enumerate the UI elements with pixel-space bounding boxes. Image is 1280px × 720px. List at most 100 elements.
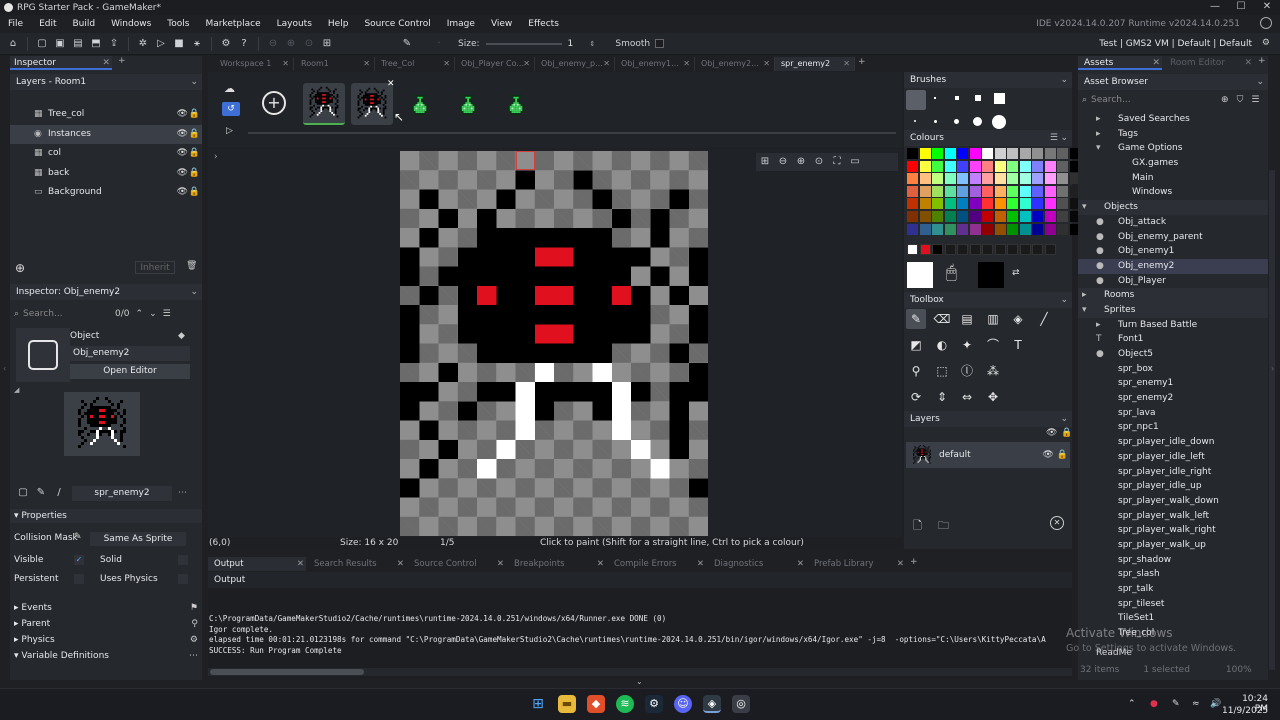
gamemaker-taskbar-icon[interactable]: ◈: [703, 695, 721, 713]
custom-swatch[interactable]: [932, 244, 943, 255]
lasso-tool-icon[interactable]: ⓛ: [957, 361, 977, 381]
palette-swatch[interactable]: [907, 160, 918, 172]
debug-icon[interactable]: ✲: [135, 36, 151, 52]
asset-item-obj-enemy-parent[interactable]: ● Obj_enemy_parent: [1078, 230, 1268, 245]
smooth-checkbox[interactable]: [655, 39, 665, 48]
palette-swatch[interactable]: [982, 198, 993, 210]
persistent-checkbox[interactable]: [74, 574, 84, 584]
assets-tab[interactable]: Assets ✕: [1078, 56, 1162, 70]
palette-swatch[interactable]: [907, 198, 918, 210]
rectangle-tool-icon[interactable]: ◩: [906, 335, 926, 355]
asset-item-spr-player-walk-left[interactable]: spr_player_walk_left: [1078, 509, 1268, 524]
asset-item-sprites[interactable]: ▾ Sprites: [1078, 302, 1268, 318]
delete-layer-icon[interactable]: ✕: [1050, 516, 1064, 530]
palette-swatch[interactable]: [1057, 185, 1068, 197]
maximize-button[interactable]: ☐: [1228, 0, 1254, 15]
physics-section[interactable]: ▸ Physics ⚙: [10, 632, 202, 648]
lock-icon[interactable]: 🔒: [1057, 450, 1068, 460]
custom-swatch[interactable]: [1019, 244, 1031, 255]
file-explorer-icon[interactable]: ▬: [558, 695, 576, 713]
menu-icon[interactable]: ☰: [163, 309, 171, 319]
play-icon[interactable]: ▷: [226, 126, 233, 136]
add-tab-icon[interactable]: +: [858, 57, 866, 67]
target-config[interactable]: Test | GMS2 VM | Default | Default: [1099, 33, 1252, 55]
home-icon[interactable]: ⌂: [5, 36, 21, 52]
palette-swatch[interactable]: [1019, 173, 1031, 185]
close-icon[interactable]: ✕: [523, 57, 530, 71]
asset-item-spr-lava[interactable]: spr_lava: [1078, 406, 1268, 421]
stop-icon[interactable]: ■: [171, 36, 187, 52]
custom-swatch[interactable]: [969, 244, 981, 255]
asset-item-object5[interactable]: ● Object5: [1078, 347, 1268, 362]
palette-swatch[interactable]: [932, 185, 943, 197]
solid-checkbox[interactable]: [178, 555, 188, 565]
palette-swatch[interactable]: [982, 173, 993, 185]
layer-row-back[interactable]: ▦ back 👁 🔒: [10, 164, 202, 184]
close-icon[interactable]: ✕: [282, 57, 289, 71]
palette-swatch[interactable]: [1007, 185, 1018, 197]
sprite-layer-default[interactable]: default 👁 🔒: [906, 442, 1070, 468]
palette-swatch[interactable]: [1032, 173, 1043, 185]
layer-row-col[interactable]: ▦ col 👁 🔒: [10, 144, 202, 164]
palette-swatch[interactable]: [1019, 198, 1031, 210]
asset-item-spr-player-walk-up[interactable]: spr_player_walk_up: [1078, 538, 1268, 553]
asset-item-tags[interactable]: ▸ Tags: [1078, 127, 1268, 142]
eyedropper-tool-icon[interactable]: ⚲: [906, 361, 926, 381]
menu-edit[interactable]: Edit: [31, 15, 64, 33]
target-settings-icon[interactable]: ⚙: [1262, 38, 1270, 48]
menu-tools[interactable]: Tools: [159, 15, 197, 33]
pencil-tool-icon[interactable]: ✎: [906, 309, 926, 329]
menu-view[interactable]: View: [483, 15, 520, 33]
asset-item-spr-enemy2[interactable]: spr_enemy2: [1078, 391, 1268, 406]
palette-swatch[interactable]: [982, 185, 993, 197]
open-editor-button[interactable]: Open Editor: [70, 364, 190, 379]
settings-icon[interactable]: ⚙: [218, 36, 234, 52]
custom-swatch[interactable]: [1044, 244, 1056, 255]
zoom-fit-icon[interactable]: ⊙: [811, 154, 827, 170]
palette-swatch[interactable]: [969, 223, 981, 235]
palette-swatch[interactable]: [957, 185, 968, 197]
run-icon[interactable]: ▷: [153, 36, 169, 52]
collapse-arrow-icon[interactable]: ◢: [14, 386, 19, 394]
discord-icon[interactable]: ☺: [674, 695, 692, 713]
palette-swatch[interactable]: [994, 211, 1006, 222]
custom-swatch[interactable]: [994, 244, 1006, 255]
palette-swatch[interactable]: [994, 185, 1006, 197]
palette-swatch[interactable]: [944, 148, 956, 159]
new-project-icon[interactable]: ▢: [34, 36, 50, 52]
output-tab-6[interactable]: Prefab Library ✕: [808, 557, 906, 571]
palette-swatch[interactable]: [944, 211, 956, 222]
menu-help[interactable]: Help: [320, 15, 357, 33]
close-icon[interactable]: ✕: [797, 557, 804, 571]
uses-physics-checkbox[interactable]: [178, 574, 188, 584]
close-icon[interactable]: ✕: [843, 57, 850, 71]
output-hscroll[interactable]: [208, 668, 1072, 676]
onion-skin-icon[interactable]: ☁: [224, 82, 235, 95]
asset-item-spr-npc1[interactable]: spr_npc1: [1078, 420, 1268, 435]
menu-windows[interactable]: Windows: [103, 15, 159, 33]
size-slider[interactable]: [485, 42, 562, 45]
eye-icon[interactable]: 👁: [177, 144, 188, 164]
output-tab-0[interactable]: Output ✕: [208, 557, 306, 571]
palette-swatch[interactable]: [969, 160, 981, 172]
asset-item-spr-player-walk-down[interactable]: spr_player_walk_down: [1078, 494, 1268, 509]
palette-swatch[interactable]: [1032, 223, 1043, 235]
asset-item-spr-tileset[interactable]: spr_tileset: [1078, 597, 1268, 612]
layers-header[interactable]: Layers - Room1 ⌄: [10, 74, 202, 90]
toolbox-header[interactable]: Toolbox ⌄: [904, 292, 1072, 308]
brush-2px[interactable]: [934, 97, 936, 99]
custom-swatch[interactable]: [982, 244, 993, 255]
lock-icon[interactable]: 🔒: [189, 144, 200, 164]
palette-swatch[interactable]: [907, 173, 918, 185]
output-tab-1[interactable]: Search Results ✕: [308, 557, 406, 571]
eye-icon[interactable]: 👁: [177, 183, 188, 203]
asset-item-spr-box[interactable]: spr_box: [1078, 362, 1268, 377]
pencil-icon[interactable]: ✎: [399, 36, 415, 52]
lock-icon[interactable]: 🔒: [1061, 428, 1072, 438]
close-icon[interactable]: ✕: [497, 557, 504, 571]
menu-marketplace[interactable]: Marketplace: [197, 15, 268, 33]
zoom-reset-icon[interactable]: ⊙: [301, 36, 317, 52]
menu-file[interactable]: File: [0, 15, 31, 33]
frame-2[interactable]: [351, 83, 393, 125]
inspector-tab[interactable]: Inspector ✕: [10, 56, 112, 70]
